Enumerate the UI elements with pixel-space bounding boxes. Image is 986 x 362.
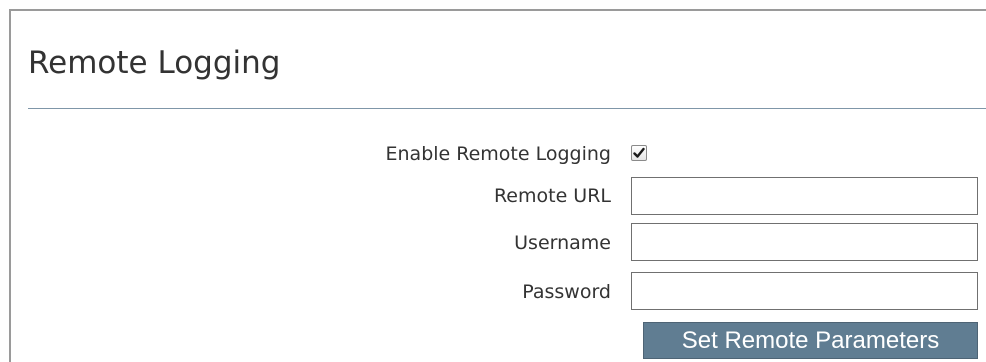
set-remote-parameters-button[interactable]: Set Remote Parameters: [643, 322, 978, 359]
panel-title: Remote Logging: [28, 45, 281, 81]
username-input[interactable]: [631, 223, 978, 261]
username-label: Username: [514, 232, 611, 254]
title-divider: [28, 108, 986, 109]
remote-url-label: Remote URL: [493, 185, 611, 207]
remote-logging-panel: Remote Logging Enable Remote Logging Rem…: [9, 9, 986, 362]
enable-remote-logging-checkbox[interactable]: [631, 145, 647, 161]
checkmark-icon: [633, 147, 645, 158]
enable-remote-logging-label: Enable Remote Logging: [385, 143, 612, 165]
password-label: Password: [522, 281, 611, 303]
password-input[interactable]: [631, 272, 978, 310]
remote-url-input[interactable]: [631, 177, 978, 215]
